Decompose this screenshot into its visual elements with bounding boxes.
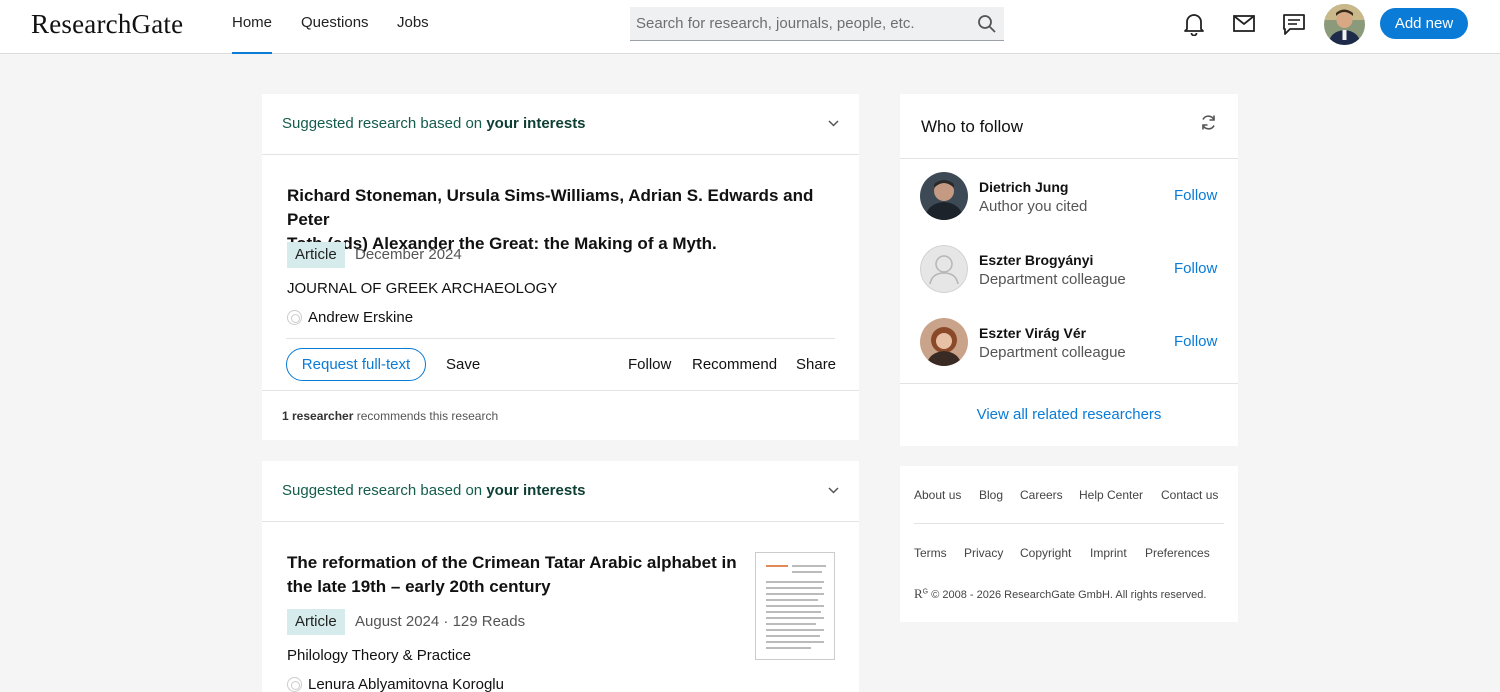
default-user-icon [920, 245, 968, 293]
add-new-button[interactable]: Add new [1380, 8, 1468, 39]
nav-jobs[interactable]: Jobs [397, 0, 429, 54]
who-to-follow-title: Who to follow [921, 117, 1024, 136]
card-footer: 1 researcher recommends this research [262, 390, 859, 440]
person-photo-icon [920, 172, 968, 220]
follow-button[interactable]: Follow [1174, 260, 1217, 277]
card-actions: Request full-text Save Follow Recommend … [286, 338, 836, 390]
footer-link-preferences[interactable]: Preferences [1145, 546, 1210, 560]
footer-link-privacy[interactable]: Privacy [964, 546, 1003, 560]
card-header-text: Suggested research based on your interes… [282, 115, 586, 132]
footer-link-blog[interactable]: Blog [979, 488, 1003, 502]
recommend-button[interactable]: Recommend [692, 356, 777, 373]
paper-preview-thumbnail[interactable] [755, 552, 835, 660]
search-input[interactable] [636, 7, 966, 40]
footer-link-contact[interactable]: Contact us [1161, 488, 1218, 502]
author-name: Lenura Ablyamitovna Koroglu [308, 676, 504, 692]
user-avatar[interactable] [1324, 4, 1365, 45]
footer-link-careers[interactable]: Careers [1020, 488, 1063, 502]
card-header[interactable]: Suggested research based on your interes… [262, 94, 859, 155]
person-name[interactable]: Eszter Brogyányi [979, 252, 1093, 268]
person-name[interactable]: Dietrich Jung [979, 179, 1068, 195]
journal-name[interactable]: Philology Theory & Practice [287, 647, 471, 664]
footer-link-terms[interactable]: Terms [914, 546, 947, 560]
follow-button[interactable]: Follow [1174, 187, 1217, 204]
footer-link-help-center[interactable]: Help Center [1079, 488, 1143, 502]
publication-date-reads: August 2024 · 129 Reads [355, 613, 526, 630]
notifications-bell-icon[interactable] [1183, 12, 1205, 36]
nav-questions[interactable]: Questions [301, 0, 369, 54]
top-header: ResearchGate Home Questions Jobs Add new [0, 0, 1500, 54]
card-header-text: Suggested research based on your interes… [282, 482, 586, 499]
nav-home[interactable]: Home [232, 0, 272, 54]
messages-envelope-icon[interactable] [1233, 15, 1255, 33]
search-icon[interactable] [977, 14, 997, 34]
save-button[interactable]: Save [446, 356, 480, 373]
recommendation-count: 1 researcher recommends this research [282, 409, 499, 423]
footer-link-about[interactable]: About us [914, 488, 961, 502]
follow-button[interactable]: Follow [1174, 333, 1217, 350]
who-to-follow-footer: View all related researchers [900, 383, 1238, 446]
author-item[interactable]: Andrew Erskine [287, 309, 413, 326]
author-placeholder-icon [287, 310, 302, 325]
author-name: Andrew Erskine [308, 309, 414, 326]
footer-divider [914, 523, 1224, 524]
person-relation: Department colleague [979, 271, 1126, 288]
footer-link-imprint[interactable]: Imprint [1090, 546, 1127, 560]
feed-card: Suggested research based on your interes… [262, 461, 859, 692]
view-all-researchers-link[interactable]: View all related researchers [900, 406, 1238, 423]
footer-link-copyright[interactable]: Copyright [1020, 546, 1071, 560]
suggested-person[interactable]: Eszter Virág Vér Department colleague Fo… [900, 305, 1238, 378]
person-avatar[interactable] [920, 245, 968, 293]
person-photo-icon [920, 318, 968, 366]
chevron-down-icon[interactable] [828, 487, 839, 494]
copyright-notice: RG © 2008 - 2026 ResearchGate GmbH. All … [914, 586, 1207, 601]
card-header[interactable]: Suggested research based on your interes… [262, 461, 859, 522]
author-item[interactable]: Lenura Ablyamitovna Koroglu [287, 676, 504, 692]
feed-card: Suggested research based on your interes… [262, 94, 859, 440]
person-relation: Department colleague [979, 344, 1126, 361]
request-full-text-button[interactable]: Request full-text [286, 348, 426, 381]
chevron-down-icon[interactable] [828, 120, 839, 127]
journal-name[interactable]: JOURNAL OF GREEK ARCHAEOLOGY [287, 280, 557, 297]
who-to-follow-header: Who to follow [900, 94, 1238, 159]
suggested-person[interactable]: Eszter Brogyányi Department colleague Fo… [900, 232, 1238, 305]
person-avatar[interactable] [920, 172, 968, 220]
author-placeholder-icon [287, 677, 302, 692]
footer-links-panel: About us Blog Careers Help Center Contac… [900, 466, 1238, 622]
user-avatar-photo-icon [1324, 4, 1365, 45]
research-title[interactable]: The reformation of the Crimean Tatar Ara… [287, 551, 737, 599]
publication-date: December 2024 [355, 246, 462, 263]
share-button[interactable]: Share [796, 356, 836, 373]
refresh-icon[interactable] [1200, 114, 1217, 131]
person-avatar[interactable] [920, 318, 968, 366]
who-to-follow-panel: Who to follow Dietrich Jung Author you c… [900, 94, 1238, 446]
search-bar [630, 7, 1004, 41]
chat-bubble-icon[interactable] [1283, 14, 1305, 36]
researchgate-logo[interactable]: ResearchGate [31, 9, 183, 40]
suggested-person[interactable]: Dietrich Jung Author you cited Follow [900, 159, 1238, 232]
person-relation: Author you cited [979, 198, 1088, 215]
article-type-badge: Article [287, 242, 345, 268]
article-type-badge: Article [287, 609, 345, 635]
follow-research-button[interactable]: Follow [628, 356, 671, 373]
person-name[interactable]: Eszter Virág Vér [979, 325, 1086, 341]
